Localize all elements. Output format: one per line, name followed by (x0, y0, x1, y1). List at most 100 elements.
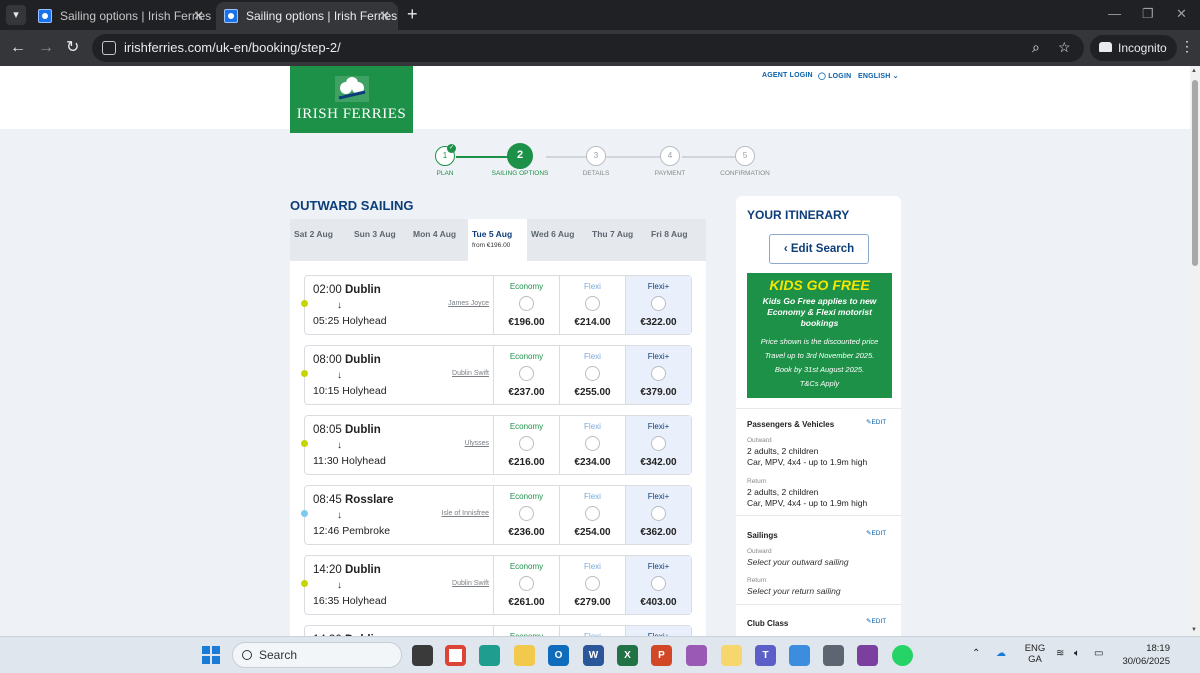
close-tab-icon[interactable]: ✕ (379, 2, 390, 30)
fare-radio[interactable] (651, 576, 666, 591)
viber-icon[interactable] (857, 645, 878, 666)
url-text[interactable]: irishferries.com/uk-en/booking/step-2/ (124, 40, 341, 55)
fare-option-flexi[interactable]: Flexi (559, 626, 625, 636)
browser-tab-1[interactable]: Sailing options | Irish Ferries ✕ (30, 2, 212, 30)
fare-radio[interactable] (585, 296, 600, 311)
chrome-icon[interactable] (445, 645, 466, 666)
sailing-row[interactable]: 08:05 Dublin ↓ 11:30 Holyhead Ulysses Econom… (301, 415, 692, 475)
edit-search-button[interactable]: ‹ Edit Search (769, 234, 869, 264)
date-tab[interactable]: Fri 8 Aug (647, 219, 706, 261)
date-tab[interactable]: Mon 4 Aug (409, 219, 468, 261)
whatsapp-icon[interactable] (892, 645, 913, 666)
tray-overflow-icon[interactable]: ⌃ (972, 648, 980, 659)
fare-option-flexiplus[interactable]: Flexi+ €362.00 (625, 486, 691, 544)
fare-option-flexi[interactable]: Flexi €255.00 (559, 346, 625, 404)
outlook-icon[interactable]: O (548, 645, 569, 666)
new-tab-button[interactable]: + (407, 4, 418, 24)
sailing-row[interactable]: 08:45 Rosslare ↓ 12:46 Pembroke Isle of Inn… (301, 485, 692, 545)
date-tab[interactable]: Thu 7 Aug (588, 219, 647, 261)
sailing-row[interactable]: 08:00 Dublin ↓ 10:15 Holyhead Dublin Swift E… (301, 345, 692, 405)
word-icon[interactable]: W (583, 645, 604, 666)
fare-option-economy[interactable]: Economy (493, 626, 559, 636)
ship-name-link[interactable]: Dublin Swift (405, 370, 489, 377)
fare-radio[interactable] (651, 296, 666, 311)
clock[interactable]: 18:19 30/06/2025 (1116, 642, 1170, 668)
fare-option-economy[interactable]: Economy €196.00 (493, 276, 559, 334)
agent-login-link[interactable]: AGENT LOGIN (762, 72, 813, 79)
windows-start-icon[interactable] (202, 646, 220, 664)
back-icon[interactable]: ← (10, 38, 26, 58)
edit-club-class-link[interactable]: ✎EDIT (866, 617, 886, 625)
fare-option-economy[interactable]: Economy €261.00 (493, 556, 559, 614)
fare-radio[interactable] (585, 436, 600, 451)
edit-sailings-link[interactable]: ✎EDIT (866, 529, 886, 537)
fare-radio[interactable] (585, 576, 600, 591)
taskbar-search[interactable]: Search (232, 642, 402, 668)
excel-icon[interactable]: X (617, 645, 638, 666)
fare-radio[interactable] (519, 296, 534, 311)
irish-ferries-logo[interactable]: IRISH FERRIES (290, 66, 413, 133)
fare-option-economy[interactable]: Economy €236.00 (493, 486, 559, 544)
browser-menu-icon[interactable]: ⋮ (1180, 38, 1194, 55)
fare-option-flexi[interactable]: Flexi €214.00 (559, 276, 625, 334)
incognito-indicator[interactable]: Incognito (1090, 35, 1177, 61)
minimize-icon[interactable]: — (1108, 6, 1121, 21)
close-tab-icon[interactable]: ✕ (193, 2, 204, 30)
edit-passengers-link[interactable]: ✎EDIT (866, 418, 886, 426)
edge-icon[interactable] (479, 645, 500, 666)
pointer-app-icon[interactable] (721, 645, 742, 666)
scrollbar-thumb[interactable] (1192, 80, 1198, 266)
scroll-up-icon[interactable]: ▲ (1191, 68, 1197, 74)
fare-option-flexiplus[interactable]: Flexi+ €403.00 (625, 556, 691, 614)
ship-name-link[interactable]: Isle of Innisfree (405, 510, 489, 517)
restore-icon[interactable]: ❐ (1142, 6, 1154, 22)
fare-radio[interactable] (519, 506, 534, 521)
fare-radio[interactable] (651, 366, 666, 381)
sailing-row[interactable]: 14:30 DublinEconomyFlexiFlexi+ (304, 625, 692, 636)
fare-option-flexi[interactable]: Flexi €234.00 (559, 416, 625, 474)
date-tab-selected[interactable]: Tue 5 Aug from €196.00 (468, 219, 527, 261)
close-window-icon[interactable]: ✕ (1176, 6, 1187, 22)
sailing-row[interactable]: 02:00 Dublin ↓ 05:25 Holyhead James Joyce Ec… (301, 275, 692, 335)
powerpoint-icon[interactable]: P (651, 645, 672, 666)
language-selector[interactable]: ENGLISH ⌄ (858, 72, 899, 80)
fare-radio[interactable] (651, 506, 666, 521)
zoom-icon[interactable]: ⌕ (1032, 39, 1040, 56)
ship-name-link[interactable]: Dublin Swift (405, 580, 489, 587)
fare-radio[interactable] (519, 436, 534, 451)
notepad-icon[interactable] (789, 645, 810, 666)
fare-option-flexi[interactable]: Flexi €279.00 (559, 556, 625, 614)
bookmark-star-icon[interactable]: ☆ (1058, 39, 1071, 56)
fare-option-flexiplus[interactable]: Flexi+ €379.00 (625, 346, 691, 404)
snipping-tool-icon[interactable] (686, 645, 707, 666)
sailing-row[interactable]: 14:20 Dublin ↓ 16:35 Holyhead Dublin Swift E… (301, 555, 692, 615)
fare-radio[interactable] (585, 506, 600, 521)
site-info-icon[interactable] (102, 41, 116, 55)
login-link[interactable]: ◯ LOGIN (818, 72, 851, 80)
fare-option-flexi[interactable]: Flexi €254.00 (559, 486, 625, 544)
fare-option-flexiplus[interactable]: Flexi+ €322.00 (625, 276, 691, 334)
page-scrollbar[interactable]: ▲ ▼ (1190, 66, 1200, 636)
scroll-down-icon[interactable]: ▼ (1191, 627, 1197, 633)
volume-icon[interactable]: 🔈︎ (1074, 648, 1080, 659)
fare-option-flexiplus[interactable]: Flexi+ (625, 626, 691, 636)
reload-icon[interactable]: ↻ (66, 38, 79, 58)
fare-option-flexiplus[interactable]: Flexi+ €342.00 (625, 416, 691, 474)
forward-icon[interactable]: → (38, 38, 54, 58)
language-indicator[interactable]: ENG GA (1024, 643, 1046, 665)
fare-radio[interactable] (651, 436, 666, 451)
date-tab[interactable]: Wed 6 Aug (527, 219, 586, 261)
onedrive-icon[interactable]: ☁ (996, 648, 1006, 659)
battery-icon[interactable]: ▭ (1094, 648, 1103, 659)
fare-option-economy[interactable]: Economy €216.00 (493, 416, 559, 474)
ship-name-link[interactable]: James Joyce (405, 300, 489, 307)
task-view-icon[interactable] (412, 645, 433, 666)
browser-tab-2[interactable]: Sailing options | Irish Ferries ✕ (216, 2, 398, 30)
date-tab[interactable]: Sat 2 Aug (290, 219, 349, 261)
fare-radio[interactable] (519, 576, 534, 591)
fare-radio[interactable] (519, 366, 534, 381)
date-tab[interactable]: Sun 3 Aug (350, 219, 409, 261)
ship-name-link[interactable]: Ulysses (405, 440, 489, 447)
file-explorer-icon[interactable] (514, 645, 535, 666)
fare-option-economy[interactable]: Economy €237.00 (493, 346, 559, 404)
